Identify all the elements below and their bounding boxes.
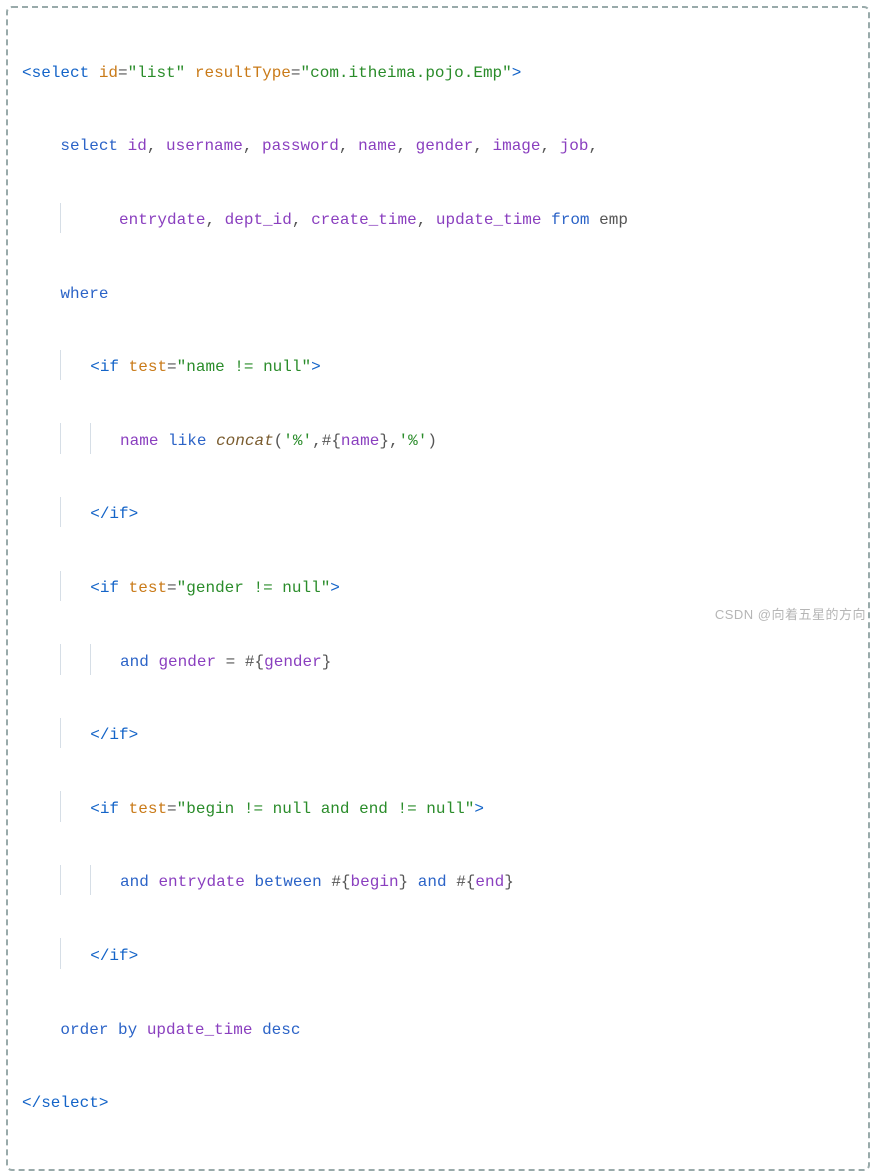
col: username: [166, 137, 243, 155]
attr-test: test: [129, 800, 167, 818]
col: password: [262, 137, 339, 155]
watermark: CSDN @向着五星的方向: [715, 604, 866, 623]
sql-and: and: [120, 653, 149, 671]
code-line: and gender = #{gender}: [22, 644, 862, 681]
tag-select-close: select: [41, 1094, 99, 1112]
col: entrydate: [119, 211, 205, 229]
col: gender: [416, 137, 474, 155]
code-block: <select id="list" resultType="com.itheim…: [6, 6, 870, 1171]
code-line: <if test="gender != null">: [22, 570, 862, 607]
col: update_time: [147, 1021, 253, 1039]
tag-if-close: if: [109, 505, 128, 523]
condition: name != null: [186, 358, 301, 376]
sql-and: and: [120, 873, 149, 891]
string-literal: '%': [283, 432, 312, 450]
col: update_time: [436, 211, 542, 229]
code-line: entrydate, dept_id, create_time, update_…: [22, 202, 862, 239]
sql-desc: desc: [262, 1021, 300, 1039]
attr-test: test: [129, 358, 167, 376]
sql-like: like: [168, 432, 206, 450]
attr-value: list: [137, 64, 175, 82]
code-line: where: [22, 276, 862, 313]
sql-select: select: [60, 137, 118, 155]
code-line: select id, username, password, name, gen…: [22, 128, 862, 165]
condition: begin != null and end != null: [186, 800, 464, 818]
code-line: name like concat('%',#{name},'%'): [22, 423, 862, 460]
attr-resulttype: resultType: [195, 64, 291, 82]
code-line: <if test="name != null">: [22, 349, 862, 386]
sql-where: where: [60, 285, 108, 303]
code-line: </if>: [22, 938, 862, 975]
code-line: order by update_time desc: [22, 1012, 862, 1049]
table-name: emp: [599, 211, 628, 229]
param: gender: [264, 653, 322, 671]
param: name: [341, 432, 379, 450]
col: id: [128, 137, 147, 155]
tag-bracket: <: [22, 64, 32, 82]
tag-if: if: [100, 579, 119, 597]
sql-and: and: [418, 873, 447, 891]
tag-if-close: if: [109, 726, 128, 744]
param: begin: [351, 873, 399, 891]
attr-id: id: [99, 64, 118, 82]
code-line: </if>: [22, 496, 862, 533]
function-concat: concat: [216, 432, 274, 450]
tag-if: if: [100, 800, 119, 818]
attr-value: com.itheima.pojo.Emp: [310, 64, 502, 82]
col: create_time: [311, 211, 417, 229]
code-line: </if>: [22, 717, 862, 754]
sql-orderby: order by: [60, 1021, 137, 1039]
col: entrydate: [158, 873, 244, 891]
tag-select: select: [32, 64, 90, 82]
param: end: [475, 873, 504, 891]
code-line: <if test="begin != null and end != null"…: [22, 791, 862, 828]
code-line: </select>: [22, 1085, 862, 1122]
sql-from: from: [551, 211, 589, 229]
condition: gender != null: [186, 579, 320, 597]
col: dept_id: [225, 211, 292, 229]
col: name: [358, 137, 396, 155]
code-line: and entrydate between #{begin} and #{end…: [22, 864, 862, 901]
col: image: [492, 137, 540, 155]
tag-if-close: if: [109, 947, 128, 965]
col: gender: [158, 653, 216, 671]
col: name: [120, 432, 158, 450]
string-literal: '%': [399, 432, 428, 450]
col: job: [560, 137, 589, 155]
tag-if: if: [100, 358, 119, 376]
code-line: <select id="list" resultType="com.itheim…: [22, 55, 862, 92]
sql-between: between: [254, 873, 321, 891]
attr-test: test: [129, 579, 167, 597]
